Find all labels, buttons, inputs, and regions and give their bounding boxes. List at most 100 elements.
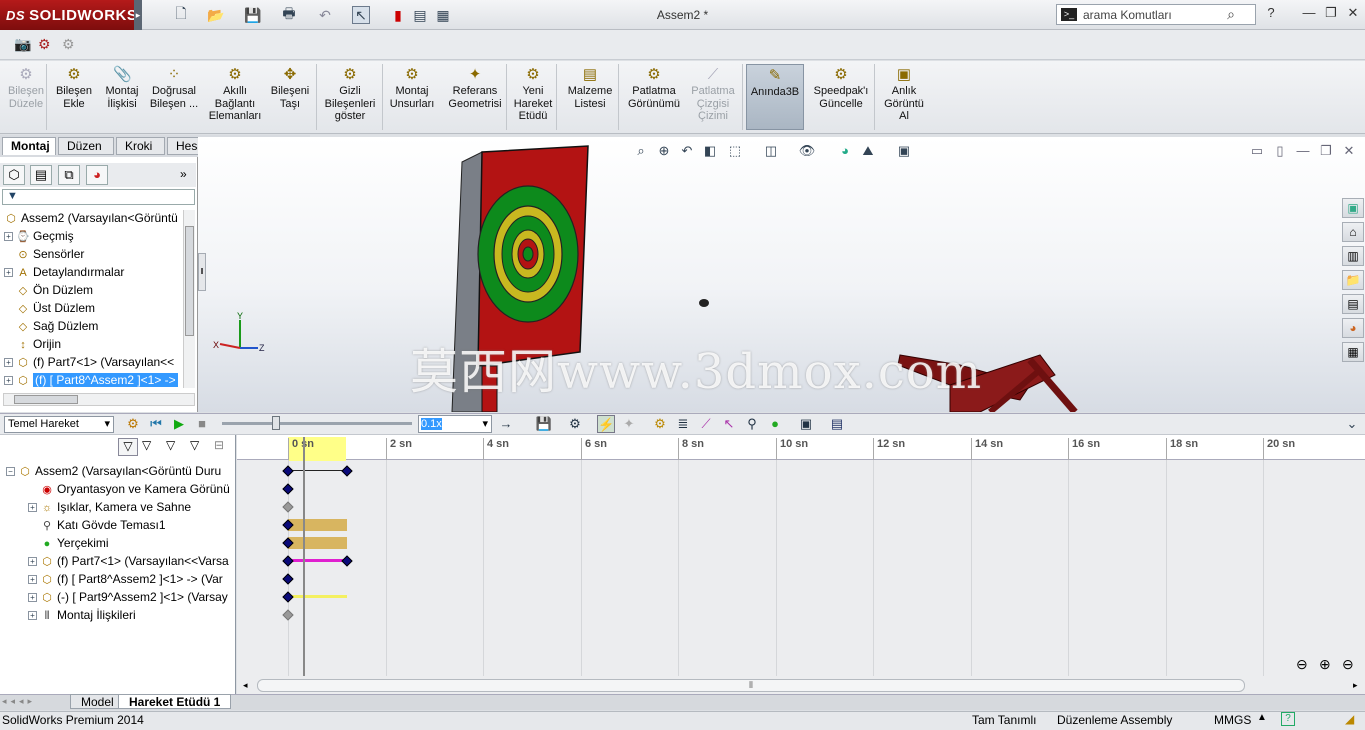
feature-tree-item[interactable]: ⬡ Assem2 (Varsayılan<Görüntü: [4, 209, 182, 227]
timeline-track-bar[interactable]: [288, 595, 347, 598]
restore-window-button[interactable]: ❐: [1322, 5, 1340, 23]
timeline-hscrollbar[interactable]: ⦀: [257, 679, 1245, 692]
feature-tree-item[interactable]: + ⌚ Geçmiş: [4, 227, 182, 245]
expand-toggle-icon[interactable]: +: [28, 593, 37, 603]
contact-icon[interactable]: ⚲: [743, 415, 761, 433]
expand-toggle-icon[interactable]: +: [4, 268, 13, 278]
timeline-track-bar[interactable]: [288, 537, 347, 549]
ribbon-referans-button[interactable]: ✦ Referans Geometrisi: [444, 64, 506, 130]
status-unit-system[interactable]: MMGS: [1214, 713, 1251, 727]
ribbon-dogrusal-button[interactable]: ⁘ Doğrusal Bileşen ...: [148, 64, 200, 130]
expand-toggle-icon[interactable]: +: [4, 376, 13, 386]
new-document-icon[interactable]: 🗋: [172, 5, 190, 24]
feature-tree-item[interactable]: +◇Üst Düzlem: [4, 299, 182, 317]
viewport-split-icon[interactable]: ▯: [1271, 142, 1289, 160]
results-plots-icon[interactable]: ▣: [797, 415, 815, 433]
display-style-icon[interactable]: ◫: [762, 142, 780, 160]
resize-grip-icon[interactable]: ◢: [1345, 712, 1354, 726]
feature-tree-item[interactable]: +◇Sağ Düzlem: [4, 317, 182, 335]
playback-speed-select[interactable]: 0.1x: [418, 415, 492, 433]
undo-icon[interactable]: ↶: [316, 6, 334, 24]
filter-results-icon[interactable]: ▽: [190, 438, 199, 452]
autokey-icon[interactable]: ⚡: [597, 415, 615, 433]
timeline-track-bar[interactable]: [288, 470, 347, 471]
timeline-track-bar[interactable]: [288, 559, 347, 562]
expand-toggle-icon[interactable]: −: [6, 467, 15, 477]
previous-view-icon[interactable]: ↶: [678, 142, 696, 160]
feature-tree-item[interactable]: +◇Ön Düzlem: [4, 281, 182, 299]
feature-tree-item[interactable]: + ⬡ (f) [ Part8^Assem2 ]<1> ->: [4, 371, 182, 389]
ribbon-aninda3b-button[interactable]: ✎ Anında3B: [746, 64, 804, 130]
gravity-icon[interactable]: ●: [766, 415, 784, 433]
hide-show-items-icon[interactable]: 👁: [798, 142, 816, 160]
ribbon-montaj-unsurlari-button[interactable]: ⚙ Montaj Unsurları: [388, 64, 436, 130]
scroll-left-icon[interactable]: ◂: [243, 680, 248, 691]
edit-appearance-icon[interactable]: ◕: [836, 142, 854, 160]
feature-tree-item[interactable]: + ⬡ (f) Part7<1> (Varsayılan<<: [4, 353, 182, 371]
spring-icon[interactable]: ≣: [674, 415, 692, 433]
motion-tree-item[interactable]: +◉Oryantasyon ve Kamera Görünü: [6, 480, 234, 498]
menu-expand-arrow[interactable]: ▸: [134, 0, 142, 30]
feature-tree-scrollbar[interactable]: [183, 210, 195, 388]
motor-icon[interactable]: ⚙: [651, 415, 669, 433]
view-orientation-icon[interactable]: ⬚: [726, 142, 744, 160]
ribbon-bilesen-ekle-button[interactable]: ⚙ Bileşen Ekle: [54, 64, 94, 130]
viewport-tile-icon[interactable]: ▭: [1248, 142, 1266, 160]
panel-splitter-handle[interactable]: ‖: [198, 253, 206, 291]
view-settings-icon[interactable]: ▣: [895, 142, 913, 160]
expand-panel-icon[interactable]: »: [180, 167, 187, 181]
ribbon-patlatma-cizgisi-button[interactable]: ⟋ Patlatma Çizgisi Çizimi: [686, 64, 740, 130]
autofit-icon[interactable]: ⊟: [214, 438, 224, 452]
search-input[interactable]: arama Komutları >_ ⌕: [1056, 4, 1256, 25]
save-icon[interactable]: 💾: [244, 6, 262, 24]
help-icon[interactable]: ?: [1262, 5, 1280, 23]
tab-montaj[interactable]: Montaj: [2, 137, 56, 155]
study-type-select[interactable]: Temel Hareket: [4, 416, 114, 433]
motion-tree-item[interactable]: +●Yerçekimi: [6, 534, 234, 552]
filter-animated-icon[interactable]: ▽: [118, 438, 138, 456]
ribbon-montaj-iliskisi-button[interactable]: 📎 Montaj İlişkisi: [98, 64, 146, 130]
render-settings-icon[interactable]: ⚙: [62, 36, 75, 53]
viewport-close-icon[interactable]: ✕: [1340, 142, 1358, 160]
ribbon-speedpak-button[interactable]: ⚙ Speedpak'ı Güncelle: [808, 64, 874, 130]
ribbon-malzeme-button[interactable]: ▤ Malzeme Listesi: [564, 64, 616, 130]
motion-tree-item[interactable]: + ☼ Işıklar, Kamera ve Sahne: [6, 498, 234, 516]
property-manager-icon[interactable]: ▤: [30, 165, 52, 185]
scroll-right-icon[interactable]: ▸: [1353, 680, 1358, 691]
configuration-manager-icon[interactable]: ⧉: [58, 165, 80, 185]
motion-tree-item[interactable]: +⚲Katı Gövde Teması1: [6, 516, 234, 534]
solidworks-logo[interactable]: DS SOLIDWORKS: [0, 0, 137, 30]
display-manager-icon[interactable]: ◕: [86, 165, 108, 185]
print-icon[interactable]: 🖶: [280, 5, 298, 24]
feature-tree-icon[interactable]: ⬡: [3, 165, 25, 185]
taskpane-custom-properties-icon[interactable]: ▦: [1342, 342, 1364, 362]
play-icon[interactable]: ▶: [170, 415, 188, 433]
select-arrow-icon[interactable]: ↖: [352, 6, 370, 24]
tab-navigation-arrows[interactable]: ◂◂◂▸: [2, 696, 66, 708]
ribbon-patlatma-button[interactable]: ⚙ Patlatma Görünümü: [624, 64, 684, 130]
timeline-slider[interactable]: [222, 422, 412, 425]
collapse-motion-manager-icon[interactable]: ⌄: [1343, 415, 1361, 433]
expand-toggle-icon[interactable]: +: [28, 611, 37, 621]
search-icon[interactable]: ⌕: [1227, 6, 1235, 23]
time-bar[interactable]: [303, 437, 305, 676]
zoom-to-fit-icon[interactable]: ⌕: [632, 142, 650, 160]
add-key-icon[interactable]: ✦: [620, 415, 638, 433]
tab-motion-study-1[interactable]: Hareket Etüdü 1: [118, 694, 232, 709]
taskpane-view-palette-icon[interactable]: ▤: [1342, 294, 1364, 314]
motion-tree-item[interactable]: + ⬡ (f) Part7<1> (Varsayılan<<Varsa: [6, 552, 234, 570]
filter-driving-icon[interactable]: ▽: [142, 438, 151, 452]
expand-toggle-icon[interactable]: +: [28, 503, 37, 513]
motion-tree-item[interactable]: − ⬡ Assem2 (Varsayılan<Görüntü Duru: [6, 462, 234, 480]
animation-wizard-icon[interactable]: ⚙: [566, 415, 584, 433]
filter-input[interactable]: ▼: [2, 189, 195, 205]
timeline-track-bar[interactable]: [288, 519, 347, 531]
force-icon[interactable]: ↖: [720, 415, 738, 433]
playback-mode-icon[interactable]: →: [497, 415, 515, 433]
render-icon[interactable]: ⚙: [38, 36, 51, 53]
apply-scene-icon[interactable]: ⛰: [859, 142, 877, 160]
motion-tree-item[interactable]: + ⬡ (-) [ Part9^Assem2 ]<1> (Varsay: [6, 588, 234, 606]
expand-toggle-icon[interactable]: +: [4, 358, 13, 368]
save-animation-icon[interactable]: 💾: [535, 415, 553, 433]
minimize-window-button[interactable]: —: [1300, 5, 1318, 23]
